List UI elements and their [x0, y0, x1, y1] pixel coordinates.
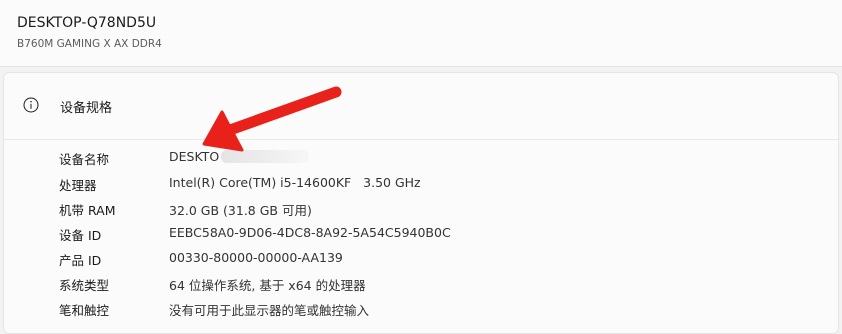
spec-row-device-name: 设备名称 DESKTO — [4, 145, 838, 170]
spec-row-pen-touch: 笔和触控 没有可用于此显示器的笔或触控输入 — [4, 296, 838, 321]
device-specs-title: 设备规格 — [60, 101, 113, 116]
spec-row-processor: 处理器 Intel(R) Core(TM) i5-14600KF 3.50 GH… — [4, 171, 838, 196]
spec-row-ram: 机带 RAM 32.0 GB (31.8 GB 可用) — [4, 196, 838, 221]
device-specs-card: 设备规格 设备名称 DESKTO 处理器 Intel(R) Core(TM) i… — [3, 72, 839, 334]
spec-label: 机带 RAM — [59, 203, 116, 218]
device-model: B760M GAMING X AX DDR4 — [17, 38, 162, 50]
spec-row-device-id: 设备 ID EEBC58A0-9D06-4DC8-8A92-5A54C5940B… — [4, 221, 838, 246]
spec-value-device-name: DESKTO — [169, 149, 310, 164]
spec-value: 64 位操作系统, 基于 x64 的处理器 — [169, 278, 366, 293]
device-name: DESKTOP-Q78ND5U — [17, 15, 157, 31]
spec-value: EEBC58A0-9D06-4DC8-8A92-5A54C5940B0C — [169, 225, 451, 240]
device-summary-card: DESKTOP-Q78ND5U B760M GAMING X AX DDR4 — [0, 0, 842, 67]
spec-value: Intel(R) Core(TM) i5-14600KF 3.50 GHz — [169, 175, 421, 190]
spec-value-text: DESKTO — [169, 149, 220, 164]
spec-value: 32.0 GB (31.8 GB 可用) — [169, 203, 312, 218]
spec-label: 设备名称 — [59, 152, 110, 167]
redaction-blur — [221, 150, 310, 163]
spec-label: 处理器 — [59, 178, 97, 193]
spec-label: 笔和触控 — [59, 303, 110, 318]
spec-label: 产品 ID — [59, 253, 102, 268]
spec-row-system-type: 系统类型 64 位操作系统, 基于 x64 的处理器 — [4, 271, 838, 296]
device-specs-header[interactable]: 设备规格 — [4, 73, 838, 140]
spec-row-product-id: 产品 ID 00330-80000-00000-AA139 — [4, 246, 838, 271]
spec-value: 00330-80000-00000-AA139 — [169, 250, 343, 265]
spec-label: 系统类型 — [59, 278, 110, 293]
spec-label: 设备 ID — [59, 228, 102, 243]
info-icon — [23, 97, 39, 113]
spec-value: 没有可用于此显示器的笔或触控输入 — [169, 303, 370, 318]
